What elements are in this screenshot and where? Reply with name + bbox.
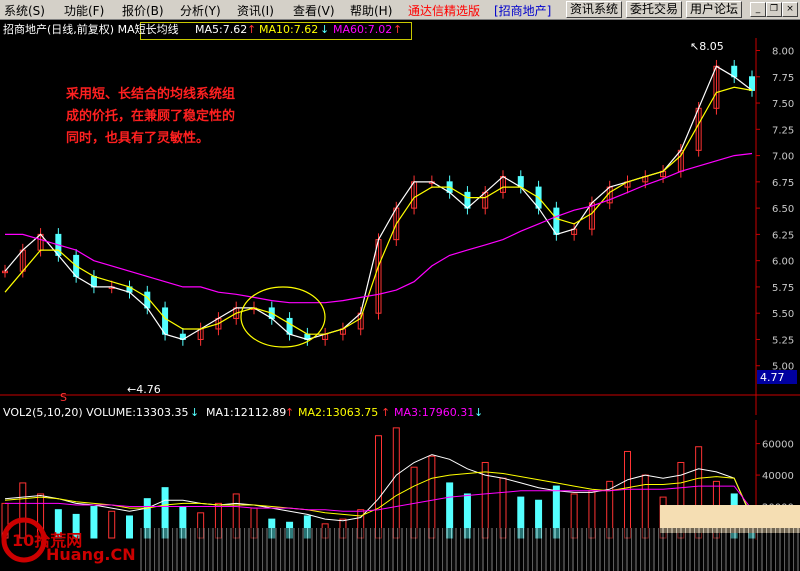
- vol-ma3-arrow-icon: ↓: [474, 406, 483, 419]
- price-tick-label: 6.50: [772, 204, 794, 215]
- vol-ma1-arrow-icon: ↑: [285, 406, 294, 419]
- watermark-logo: 10拾荒网 Huang.CN: [0, 512, 150, 567]
- candle-body: [162, 307, 169, 335]
- volume-panel-label: VOL2(5,10,20) VOLUME:13303.35: [3, 406, 188, 419]
- volume-bar: [428, 455, 436, 539]
- volume-ma-line-ma2: [4, 471, 753, 518]
- price-tick-label: 7.00: [772, 152, 794, 163]
- volume-ma-line-ma1: [4, 454, 753, 522]
- trade-button[interactable]: 委托交易: [626, 1, 683, 18]
- volume-bar: [392, 427, 400, 539]
- vol-ma2-label: MA2:13063.75: [298, 406, 378, 419]
- app-title: 通达信精选版: [408, 4, 481, 18]
- volume-tick-label: 40000: [762, 471, 794, 482]
- menu-view[interactable]: 查看(V): [293, 2, 335, 19]
- price-tick-label: 7.50: [772, 99, 794, 110]
- annotation-line-2: 成的价托，在兼顾了稳定性的: [66, 108, 235, 124]
- stock-tag: [招商地产]: [494, 4, 552, 18]
- price-tick-label: 8.00: [772, 47, 794, 58]
- price-tick-label: 5.50: [772, 309, 794, 320]
- ma10-arrow-icon: ↓: [320, 23, 329, 36]
- ma5-arrow-icon: ↑: [247, 23, 256, 36]
- price-tick-label: 6.00: [772, 257, 794, 268]
- menu-quote[interactable]: 报价(B): [122, 2, 164, 19]
- volume-bar: [481, 461, 489, 539]
- forum-button[interactable]: 用户论坛: [686, 1, 743, 18]
- annotation-line-1: 采用短、长结合的均线系统组: [65, 86, 235, 102]
- vol-ma2-arrow-icon: ↑: [381, 406, 390, 419]
- current-price-label: 4.77: [760, 371, 785, 384]
- price-tick-label: 7.75: [772, 73, 794, 84]
- menu-function[interactable]: 功能(F): [64, 2, 104, 19]
- vol-ma1-label: MA1:12112.89: [206, 406, 286, 419]
- ma5-label: MA5:7.62: [195, 23, 247, 36]
- price-tick-label: 7.25: [772, 125, 794, 136]
- low-price-label: ←4.76: [127, 383, 161, 396]
- price-tick-label: 5.75: [772, 283, 794, 294]
- scan-noise: [140, 528, 800, 571]
- volume-tick-label: 60000: [762, 440, 794, 451]
- info-system-button[interactable]: 资讯系统: [566, 1, 623, 18]
- ma10-label: MA10:7.62: [259, 23, 318, 36]
- annotation-line-3: 同时，也具有了灵敏性。: [66, 130, 209, 146]
- logo-url: Huang.CN: [46, 545, 136, 564]
- vol-arrow-icon: ↓: [190, 406, 199, 419]
- high-price-label: ↖8.05: [690, 40, 724, 53]
- ma60-label: MA60:7.02: [333, 23, 392, 36]
- support-ellipse: [240, 286, 326, 348]
- menu-analysis[interactable]: 分析(Y): [180, 2, 221, 19]
- restore-icon[interactable]: ❐: [766, 2, 782, 17]
- stock-chart: 招商地产(日线,前复权) MA短长均线 MA5:7.62 ↑ MA10:7.62…: [0, 22, 800, 540]
- volume-bar: [375, 435, 382, 539]
- price-tick-label: 6.75: [772, 178, 794, 189]
- menu-info[interactable]: 资讯(I): [237, 2, 274, 19]
- menu-system[interactable]: 系统(S): [4, 2, 45, 19]
- price-tick-label: 6.25: [772, 230, 794, 241]
- menu-help[interactable]: 帮助(H): [350, 2, 392, 19]
- sell-marker: S: [60, 391, 67, 404]
- menu-bar: 系统(S) 功能(F) 报价(B) 分析(Y) 资讯(I) 查看(V) 帮助(H…: [0, 0, 800, 20]
- minimize-icon[interactable]: _: [750, 2, 766, 17]
- price-tick-label: 5.25: [772, 335, 794, 346]
- vol-ma3-label: MA3:17960.31: [394, 406, 474, 419]
- close-icon[interactable]: ×: [782, 2, 798, 17]
- ma60-arrow-icon: ↑: [393, 23, 402, 36]
- candle-body: [553, 207, 560, 235]
- price-panel-title: 招商地产(日线,前复权) MA短长均线: [3, 22, 179, 36]
- volume-bar: [624, 450, 631, 539]
